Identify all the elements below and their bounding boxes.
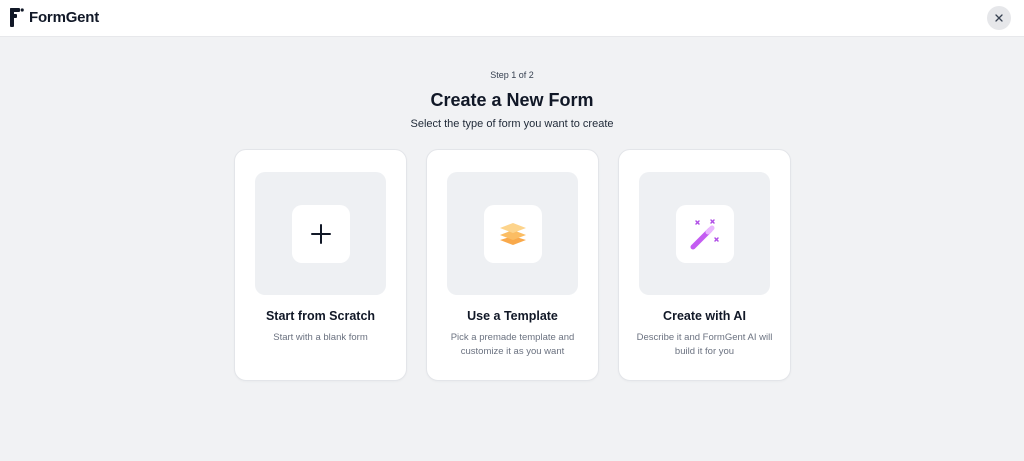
step-indicator: Step 1 of 2: [490, 70, 534, 80]
card-art: [447, 172, 578, 295]
brand[interactable]: FormGent: [10, 8, 99, 27]
page-subtitle: Select the type of form you want to crea…: [410, 118, 614, 130]
card-description: Describe it and FormGent AI will build i…: [636, 332, 773, 357]
card-title: Use a Template: [467, 309, 558, 323]
card-icon-tile: [291, 204, 350, 263]
card-icon-tile: [483, 204, 542, 263]
close-button[interactable]: [987, 6, 1011, 30]
card-art: [255, 172, 386, 295]
magic-wand-icon: [690, 218, 719, 249]
card-title: Start from Scratch: [265, 309, 376, 323]
layers-icon: [499, 222, 526, 245]
option-card-ai[interactable]: Create with AI Describe it and FormGent …: [618, 149, 791, 381]
card-description: Start with a blank form: [273, 332, 368, 343]
page-title: Create a New Form: [430, 90, 594, 110]
option-card-template[interactable]: Use a Template Pick a premade template a…: [426, 149, 599, 381]
card-icon-tile: [675, 204, 734, 263]
option-card-scratch[interactable]: Start from Scratch Start with a blank fo…: [234, 149, 407, 381]
close-icon: [995, 14, 1003, 22]
plus-icon: [310, 223, 331, 244]
top-bar: FormGent: [0, 0, 1024, 37]
card-description: Pick a premade template and customize it…: [450, 332, 575, 357]
card-title: Create with AI: [663, 309, 746, 323]
card-art: [639, 172, 770, 295]
formgent-logo-icon: [10, 8, 24, 27]
brand-name: FormGent: [29, 9, 100, 26]
